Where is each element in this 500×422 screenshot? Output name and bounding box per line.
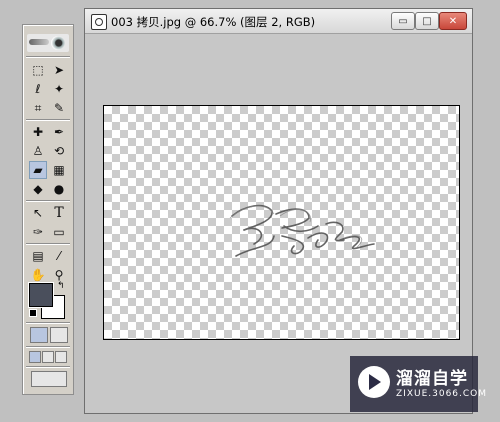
- eye-icon: [51, 36, 65, 50]
- eyedropper-tool-icon[interactable]: ⁄: [50, 247, 68, 265]
- foreground-color-swatch[interactable]: [28, 282, 54, 308]
- tools-palette: ⬚ ➤ ℓ ✦ ⌗ ✎ ✚ ✒ ♙ ⟲ ▰ ▦ ◆ ● ↖ T ✑ ▭ ▤ ⁄ …: [22, 24, 74, 395]
- shape-tool-icon[interactable]: ▭: [50, 223, 68, 241]
- brush-tool-icon[interactable]: ✒: [50, 123, 68, 141]
- jump-to-imageready-button[interactable]: [31, 371, 67, 387]
- document-title: 003 拷贝.jpg @ 66.7% (图层 2, RGB): [111, 15, 316, 29]
- divider: [26, 200, 70, 202]
- photoshop-logo[interactable]: [27, 34, 69, 52]
- divider: [26, 119, 70, 121]
- magic-wand-tool-icon[interactable]: ✦: [50, 80, 68, 98]
- photoshop-document-icon: [91, 14, 107, 30]
- minimize-button[interactable]: ▭: [391, 12, 415, 30]
- path-selection-tool-icon[interactable]: ↖: [29, 204, 47, 222]
- stamp-tool-icon[interactable]: ♙: [29, 142, 47, 160]
- play-logo-icon: [358, 366, 390, 398]
- divider: [26, 322, 70, 324]
- healing-brush-tool-icon[interactable]: ✚: [29, 123, 47, 141]
- gradient-tool-icon[interactable]: ▦: [50, 161, 68, 179]
- swap-colors-icon[interactable]: ↰: [57, 281, 65, 291]
- type-tool-icon[interactable]: T: [50, 204, 68, 222]
- watermark-brand: 溜溜自学: [396, 369, 468, 389]
- marquee-tool-icon[interactable]: ⬚: [29, 61, 47, 79]
- slice-tool-icon[interactable]: ✎: [50, 99, 68, 117]
- quick-mask-button[interactable]: [50, 327, 68, 343]
- watermark-url: ZIXUE.3066.COM: [396, 389, 488, 399]
- divider: [26, 346, 70, 348]
- document-titlebar[interactable]: 003 拷贝.jpg @ 66.7% (图层 2, RGB) ▭ □ ✕: [85, 9, 472, 34]
- divider: [26, 56, 70, 58]
- history-brush-tool-icon[interactable]: ⟲: [50, 142, 68, 160]
- lasso-tool-icon[interactable]: ℓ: [29, 80, 47, 98]
- image-canvas[interactable]: [103, 105, 460, 340]
- standard-mode-button[interactable]: [30, 327, 48, 343]
- feather-icon: [29, 39, 49, 45]
- hand-tool-icon[interactable]: ✋: [29, 266, 47, 284]
- divider: [26, 366, 70, 368]
- blur-tool-icon[interactable]: ◆: [29, 180, 47, 198]
- screen-mode-full-button[interactable]: [55, 351, 67, 363]
- close-button[interactable]: ✕: [439, 12, 467, 30]
- notes-tool-icon[interactable]: ▤: [29, 247, 47, 265]
- screen-mode-full-menu-button[interactable]: [42, 351, 54, 363]
- dodge-tool-icon[interactable]: ●: [50, 180, 68, 198]
- document-window: 003 拷贝.jpg @ 66.7% (图层 2, RGB) ▭ □ ✕: [84, 8, 473, 414]
- crop-tool-icon[interactable]: ⌗: [29, 99, 47, 117]
- maximize-button[interactable]: □: [415, 12, 439, 30]
- watermark-overlay: 溜溜自学 ZIXUE.3066.COM: [350, 356, 486, 412]
- default-colors-icon[interactable]: [29, 309, 37, 317]
- eraser-tool-icon[interactable]: ▰: [29, 161, 47, 179]
- pen-tool-icon[interactable]: ✑: [29, 223, 47, 241]
- screen-mode-standard-button[interactable]: [29, 351, 41, 363]
- move-tool-icon[interactable]: ➤: [50, 61, 68, 79]
- signature-image: [229, 204, 375, 257]
- divider: [26, 243, 70, 245]
